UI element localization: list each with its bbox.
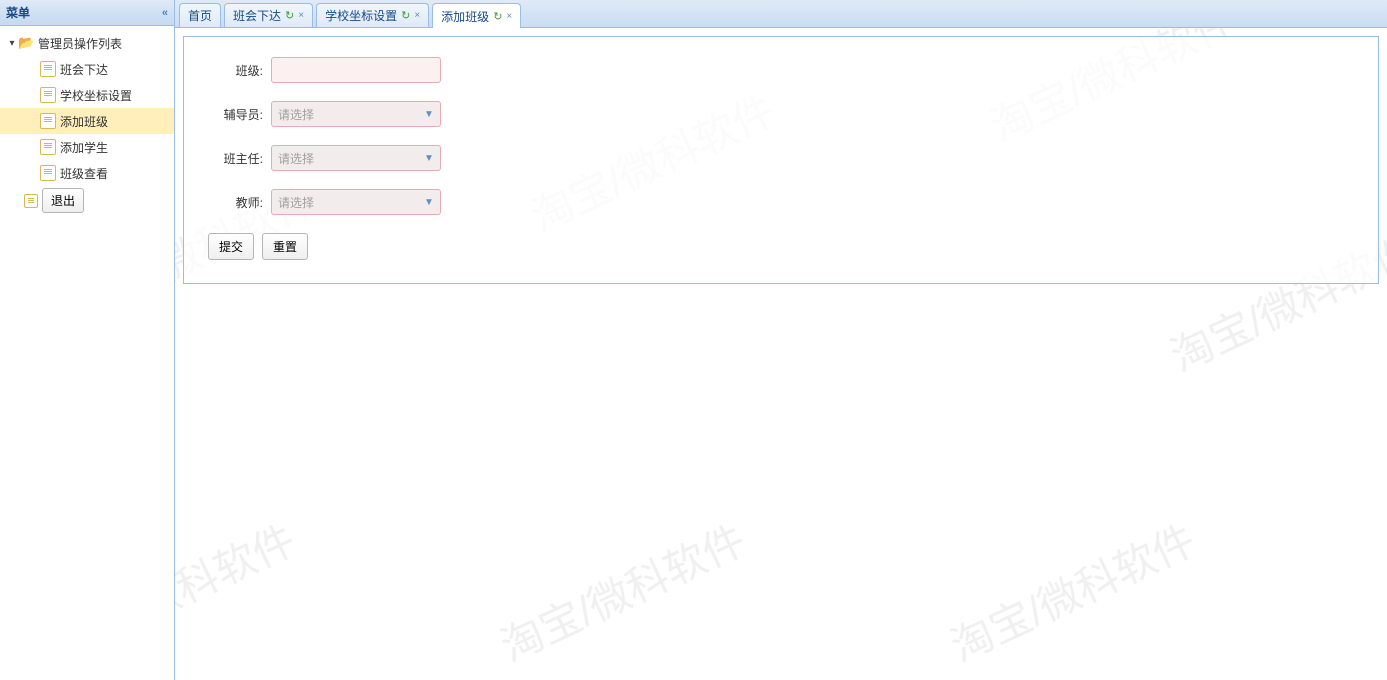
label-class: 班级: [208,62,263,79]
tree-item-label: 班会下达 [60,61,108,78]
counselor-select[interactable]: 请选择 ▼ [271,101,441,127]
tab-label: 添加班级 [441,8,489,25]
tree-item-add-student[interactable]: 添加学生 [0,134,174,160]
page-icon [40,61,56,77]
tree-root-admin[interactable]: ▾ 管理员操作列表 [0,30,174,56]
tree-item-class-meeting[interactable]: 班会下达 [0,56,174,82]
submit-button[interactable]: 提交 [208,233,254,260]
folder-icon [18,35,34,51]
teacher-select[interactable]: 请选择 ▼ [271,189,441,215]
chevron-down-icon[interactable]: ▼ [418,190,440,214]
page-icon [40,165,56,181]
label-counselor: 辅导员: [208,106,263,123]
content-panel: 班级: 辅导员: 请选择 ▼ 班主任: 请选择 ▼ 教师: [175,28,1387,680]
logout-row: 退出 [0,188,174,213]
tab-school-coords[interactable]: 学校坐标设置 ↻ × [316,3,429,27]
close-icon[interactable]: × [506,11,512,22]
tree-item-label: 添加学生 [60,139,108,156]
tab-bar: 首页 班会下达 ↻ × 学校坐标设置 ↻ × 添加班级 ↻ × [175,0,1387,28]
tab-label: 首页 [188,7,212,24]
nav-tree: ▾ 管理员操作列表 班会下达 学校坐标设置 添加班级 添加学生 班级查看 退出 [0,26,174,217]
chevron-down-icon[interactable]: ▼ [418,146,440,170]
headteacher-select[interactable]: 请选择 ▼ [271,145,441,171]
sidebar: 菜单 « ▾ 管理员操作列表 班会下达 学校坐标设置 添加班级 添加学生 班级查… [0,0,175,680]
tree-item-school-coords[interactable]: 学校坐标设置 [0,82,174,108]
tab-label: 班会下达 [233,7,281,24]
refresh-icon[interactable]: ↻ [285,9,294,22]
tree-item-label: 学校坐标设置 [60,87,132,104]
reset-button[interactable]: 重置 [262,233,308,260]
tree-item-add-class[interactable]: 添加班级 [0,108,174,134]
main-area: 首页 班会下达 ↻ × 学校坐标设置 ↻ × 添加班级 ↻ × 班级: 辅导员: [175,0,1387,680]
collapse-icon[interactable]: « [162,7,168,19]
close-icon[interactable]: × [414,10,420,21]
class-input[interactable] [271,57,441,83]
label-headteacher: 班主任: [208,150,263,167]
refresh-icon[interactable]: ↻ [493,10,502,23]
sidebar-title: 菜单 [6,4,30,21]
tab-add-class[interactable]: 添加班级 ↻ × [432,3,521,28]
form-panel: 班级: 辅导员: 请选择 ▼ 班主任: 请选择 ▼ 教师: [183,36,1379,284]
logout-button[interactable]: 退出 [42,188,84,213]
tree-item-label: 班级查看 [60,165,108,182]
chevron-down-icon[interactable]: ▼ [418,102,440,126]
page-icon [40,87,56,103]
refresh-icon[interactable]: ↻ [401,9,410,22]
tree-root-label: 管理员操作列表 [38,35,122,52]
page-icon [24,194,38,208]
label-teacher: 教师: [208,194,263,211]
counselor-select-display: 请选择 [272,106,418,123]
page-icon [40,139,56,155]
teacher-select-display: 请选择 [272,194,418,211]
headteacher-select-display: 请选择 [272,150,418,167]
tree-item-view-class[interactable]: 班级查看 [0,160,174,186]
close-icon[interactable]: × [298,10,304,21]
tab-home[interactable]: 首页 [179,3,221,27]
tree-item-label: 添加班级 [60,113,108,130]
page-icon [40,113,56,129]
expand-icon[interactable]: ▾ [6,38,18,49]
tab-class-meeting[interactable]: 班会下达 ↻ × [224,3,313,27]
sidebar-header: 菜单 « [0,0,174,26]
tab-label: 学校坐标设置 [325,7,397,24]
